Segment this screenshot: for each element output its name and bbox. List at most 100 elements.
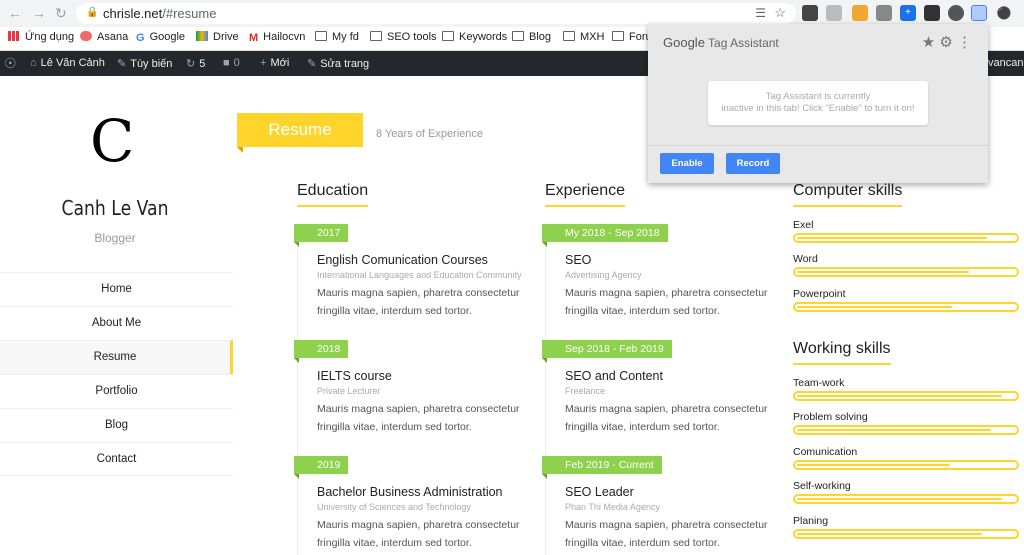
extension-icon[interactable] — [924, 5, 940, 21]
tag-fold — [294, 474, 299, 479]
main-menu: Home About Me Resume Portfolio Blog Cont… — [0, 272, 233, 476]
folder-icon — [315, 31, 327, 41]
folder-icon — [612, 31, 624, 41]
popup-footer: Enable Record — [648, 145, 988, 183]
menu-item-resume[interactable]: Resume — [0, 340, 233, 374]
menu-item-home[interactable]: Home — [0, 272, 233, 306]
bookmark-foru[interactable]: Foru — [612, 31, 652, 43]
admin-customize[interactable]: ✎ Tùy biến — [117, 57, 172, 70]
bookmark-google[interactable]: G Google — [136, 31, 185, 44]
item-title: IELTS course — [317, 369, 392, 383]
skill-label: Planing — [793, 515, 829, 527]
item-description: Mauris magna sapien, pharetra consectetu… — [565, 403, 768, 433]
skill-bar-fill — [797, 498, 1002, 500]
skill-bar-fill — [797, 464, 950, 466]
browser-toolbar: ← → ↻ 🔒 chrisle.net/#resume ☰ ☆ + ⚫ — [0, 0, 1024, 27]
skill-bar — [793, 391, 1019, 401]
item-org: Freelance — [565, 386, 606, 396]
tag-fold — [542, 358, 547, 363]
address-bar[interactable]: 🔒 chrisle.net/#resume ☰ ☆ — [76, 3, 796, 24]
skill-bar — [793, 267, 1019, 277]
star-icon[interactable]: ★ — [922, 34, 935, 51]
date-tag: My 2018 - Sep 2018 — [542, 224, 668, 242]
skill-bar — [793, 233, 1019, 243]
ribbon-fold — [237, 147, 243, 153]
tag-assistant-popup: Google Tag Assistant ★ ⚙ ⋮ Tag Assistant… — [648, 24, 988, 183]
admin-new[interactable]: + Mới — [260, 57, 289, 69]
skill-bar-fill — [797, 429, 992, 431]
item-title: Bachelor Business Administration — [317, 485, 503, 499]
admin-site-name[interactable]: ⌂ Lê Văn Cảnh — [30, 57, 105, 69]
tag-fold — [542, 242, 547, 247]
reload-icon[interactable]: ↻ — [55, 5, 67, 22]
comment-icon: ■ — [223, 57, 230, 69]
extension-icon[interactable] — [826, 5, 842, 21]
item-title: SEO Leader — [565, 485, 634, 499]
more-vert-icon[interactable]: ⋮ — [957, 34, 972, 51]
menu-item-blog[interactable]: Blog — [0, 408, 233, 442]
skill-label: Self-working — [793, 480, 851, 492]
date-tag: Feb 2019 - Current — [542, 456, 662, 474]
skill-label: Team-work — [793, 377, 845, 389]
wordpress-logo-icon[interactable]: ☉ — [4, 55, 17, 72]
item-description: Mauris magna sapien, pharetra consectetu… — [565, 519, 768, 549]
lock-icon: 🔒 — [86, 7, 99, 18]
item-org: Private Lecturer — [317, 386, 381, 396]
date-tag: 2019 — [294, 456, 349, 474]
admin-edit-page[interactable]: ✎ Sửa trang — [307, 57, 369, 70]
date-tag: Sep 2018 - Feb 2019 — [542, 340, 672, 358]
enable-button[interactable]: Enable — [660, 153, 714, 174]
record-button[interactable]: Record — [726, 153, 780, 174]
url-text: chrisle.net/#resume — [103, 6, 217, 21]
extension-icon[interactable] — [852, 5, 868, 21]
bookmark-mxh[interactable]: MXH — [563, 31, 604, 43]
bookmark-star-icon[interactable]: ☆ — [774, 5, 786, 21]
working-skills-title: Working skills — [793, 340, 891, 365]
menu-item-contact[interactable]: Contact — [0, 442, 233, 476]
item-org: University of Sciences and Technology — [317, 502, 471, 512]
site-sidebar: C Canh Le Van Blogger Home About Me Resu… — [0, 76, 233, 555]
extension-icon[interactable] — [948, 5, 964, 21]
date-tag: 2018 — [294, 340, 349, 358]
skill-bar — [793, 494, 1019, 504]
extension-icon[interactable]: ⚫ — [996, 5, 1012, 21]
bookmark-seo-tools[interactable]: SEO tools — [370, 31, 437, 43]
bookmark-drive[interactable]: Drive — [196, 31, 239, 43]
section-title-ribbon: Resume — [237, 113, 363, 147]
forward-arrow-icon[interactable]: → — [32, 5, 46, 21]
asana-icon — [80, 31, 92, 41]
popup-header: Google Tag Assistant ★ ⚙ ⋮ — [648, 24, 988, 60]
bookmark-blog[interactable]: Blog — [512, 31, 551, 43]
item-org: International Languages and Education Co… — [317, 270, 522, 280]
translate-icon[interactable]: ☰ — [755, 6, 766, 20]
gear-icon[interactable]: ⚙ — [939, 34, 952, 51]
bookmark-asana[interactable]: Asana — [80, 31, 128, 43]
extension-icon[interactable]: + — [900, 5, 916, 21]
menu-item-portfolio[interactable]: Portfolio — [0, 374, 233, 408]
experience-timeline-line — [545, 226, 546, 555]
extension-icon[interactable] — [876, 5, 892, 21]
admin-updates[interactable]: ↻ 5 — [186, 57, 205, 70]
skill-label: Powerpoint — [793, 288, 846, 300]
menu-item-about-me[interactable]: About Me — [0, 306, 233, 340]
skill-bar-fill — [797, 271, 970, 273]
folder-icon — [563, 31, 575, 41]
inactive-message: Tag Assistant is currently inactive in t… — [708, 81, 928, 125]
profile-role: Blogger — [94, 231, 136, 245]
admin-user[interactable]: vancanh — [988, 57, 1024, 69]
experience-title: Experience — [545, 182, 626, 207]
education-timeline-line — [297, 226, 298, 555]
bookmark-hailocvn[interactable]: M Hailocvn — [249, 31, 305, 44]
bookmark-apps[interactable]: Ứng dụng — [8, 31, 74, 43]
skill-bar — [793, 425, 1019, 435]
bookmark-keywords[interactable]: Keywords — [442, 31, 507, 43]
extension-icon[interactable] — [802, 5, 818, 21]
skill-bar-fill — [797, 533, 983, 535]
skill-bar — [793, 529, 1019, 539]
site-logo[interactable]: C — [90, 112, 138, 170]
skill-bar — [793, 302, 1019, 312]
bookmark-my-fd[interactable]: My fd — [315, 31, 359, 43]
admin-comments[interactable]: ■ 0 — [223, 57, 240, 69]
back-arrow-icon[interactable]: ← — [8, 5, 22, 21]
tag-assistant-extension-icon[interactable] — [971, 5, 987, 21]
